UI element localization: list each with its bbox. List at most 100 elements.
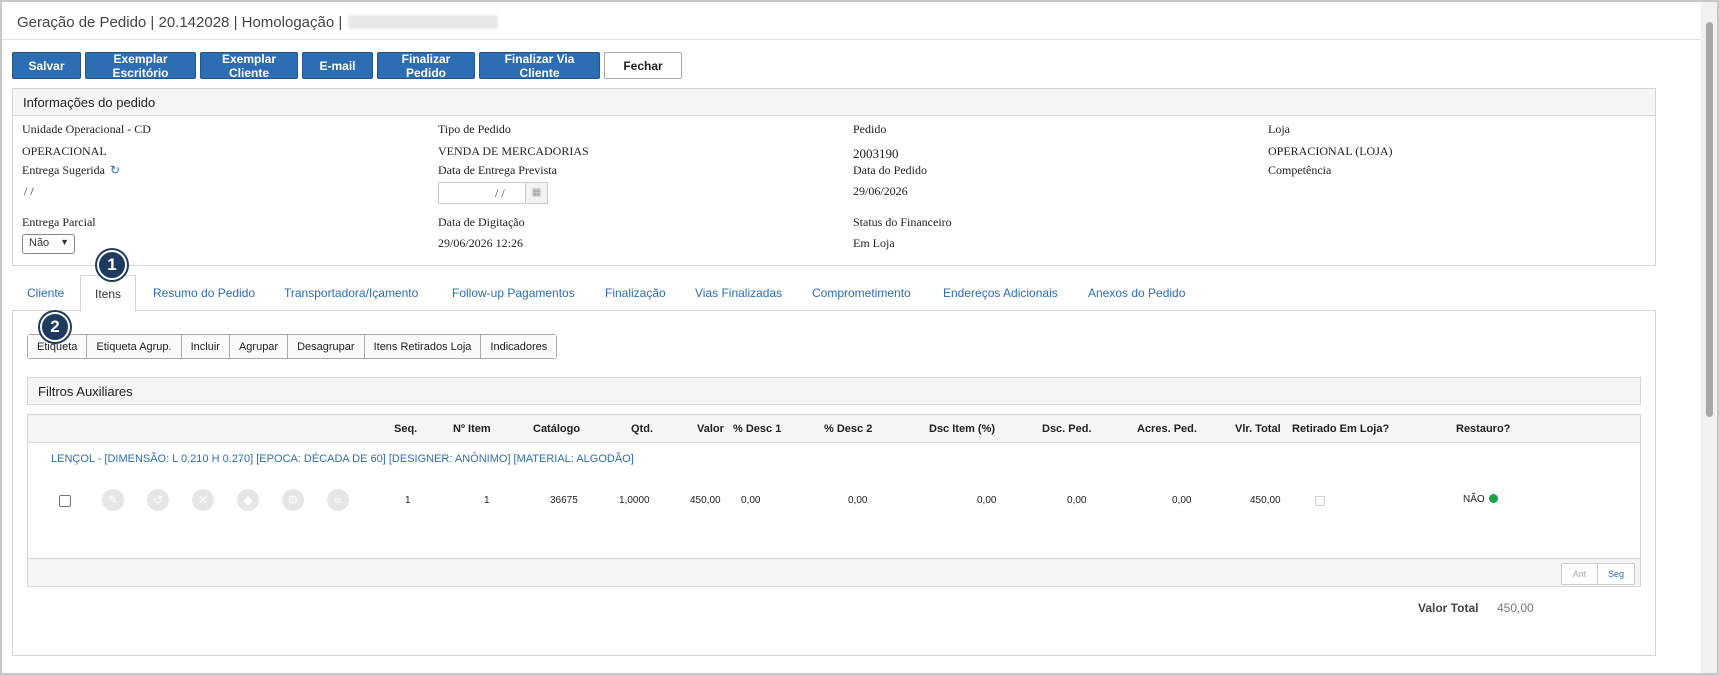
cell-desc2: 0,00 bbox=[848, 495, 868, 506]
group-button[interactable]: Agrupar bbox=[229, 335, 289, 358]
data-digitacao-label: Data de Digitação bbox=[438, 215, 525, 229]
save-button[interactable]: Salvar bbox=[12, 52, 81, 79]
cell-item: 1 bbox=[484, 495, 490, 506]
refresh-icon[interactable]: ↻ bbox=[110, 163, 120, 177]
item-group-title[interactable]: LENÇOL - [DIMENSÃO: L 0.210 H 0.270] [EP… bbox=[51, 453, 634, 465]
col-valor[interactable]: Valor bbox=[697, 423, 724, 435]
vertical-scrollbar[interactable] bbox=[1701, 2, 1717, 673]
col-restauro[interactable]: Restauro? bbox=[1456, 423, 1510, 435]
loja-value: OPERACIONAL (LOJA) bbox=[1268, 144, 1393, 158]
settings-icon[interactable]: ⚙ bbox=[282, 489, 304, 511]
order-info-header: Informações do pedido bbox=[13, 89, 1655, 116]
tab-anexos[interactable]: Anexos do Pedido bbox=[1088, 275, 1185, 311]
status-financeiro-value: Em Loja bbox=[853, 236, 895, 250]
remove-icon[interactable]: ✕ bbox=[192, 489, 214, 511]
col-qtd[interactable]: Qtd. bbox=[631, 423, 653, 435]
cell-dsc-ped: 0,00 bbox=[1067, 495, 1087, 506]
tab-itens[interactable]: Itens bbox=[80, 275, 137, 312]
entrega-sugerida: Entrega Sugerida ↻ bbox=[22, 163, 120, 178]
close-button[interactable]: Fechar bbox=[604, 52, 682, 79]
next-page-button[interactable]: Seg bbox=[1598, 564, 1634, 584]
indicators-button[interactable]: Indicadores bbox=[481, 335, 557, 358]
grid-pager-bar: Ant Seg bbox=[27, 559, 1641, 587]
chevron-down-icon: ▼ bbox=[60, 237, 69, 247]
finalize-via-client-button[interactable]: Finalizar Via Cliente bbox=[479, 52, 600, 80]
removed-items-button[interactable]: Itens Retirados Loja bbox=[364, 335, 482, 358]
col-desc1[interactable]: % Desc 1 bbox=[733, 423, 781, 435]
add-item-button[interactable]: Incluir bbox=[181, 335, 230, 358]
row-select-checkbox[interactable] bbox=[59, 495, 71, 507]
grid-header: Seq. Nº Item Catálogo Qtd. Valor % Desc … bbox=[28, 415, 1640, 443]
page-title: Geração de Pedido | 20.142028 | Homologa… bbox=[17, 14, 499, 31]
pedido-label: Pedido bbox=[853, 122, 887, 136]
entrega-parcial-label: Entrega Parcial bbox=[22, 215, 96, 229]
retirado-checkbox[interactable] bbox=[1315, 496, 1325, 506]
entrega-sugerida-label: Entrega Sugerida bbox=[22, 163, 105, 177]
prev-page-button[interactable]: Ant bbox=[1562, 564, 1598, 584]
tab-follow-up[interactable]: Follow-up Pagamentos bbox=[452, 275, 575, 311]
items-grid: Seq. Nº Item Catálogo Qtd. Valor % Desc … bbox=[27, 414, 1641, 559]
items-toolbar: Etiqueta Etiqueta Agrup. Incluir Agrupar… bbox=[27, 334, 558, 359]
tab-resumo[interactable]: Resumo do Pedido bbox=[153, 275, 255, 311]
cell-seq: 1 bbox=[405, 495, 411, 506]
order-info-panel: Informações do pedido Unidade Operaciona… bbox=[12, 88, 1656, 266]
competencia-label: Competência bbox=[1268, 163, 1332, 177]
tab-transportadora[interactable]: Transportadora/Içamento bbox=[284, 275, 418, 311]
status-financeiro-label: Status do Financeiro bbox=[853, 215, 952, 229]
tab-enderecos[interactable]: Endereços Adicionais bbox=[943, 275, 1058, 311]
email-button[interactable]: E-mail bbox=[302, 52, 373, 79]
data-pedido-label: Data do Pedido bbox=[853, 163, 927, 177]
data-entrega-input[interactable]: / / ▦ bbox=[438, 182, 548, 204]
history-icon[interactable]: ↺ bbox=[147, 489, 169, 511]
cell-acres-ped: 0,00 bbox=[1172, 495, 1192, 506]
calendar-icon[interactable]: ▦ bbox=[525, 183, 547, 203]
scrollbar-thumb[interactable] bbox=[1706, 22, 1713, 417]
unidade-label: Unidade Operacional - CD bbox=[22, 122, 151, 136]
col-dsc-ped[interactable]: Dsc. Ped. bbox=[1042, 423, 1092, 435]
cell-qtd: 1,0000 bbox=[619, 495, 650, 506]
tab-comprometimento[interactable]: Comprometimento bbox=[812, 275, 911, 311]
group-label-button[interactable]: Etiqueta Agrup. bbox=[87, 335, 182, 358]
tipo-pedido-label: Tipo de Pedido bbox=[438, 122, 511, 136]
ungroup-button[interactable]: Desagrupar bbox=[288, 335, 365, 358]
col-retirado[interactable]: Retirado Em Loja? bbox=[1292, 423, 1389, 435]
data-entrega-value: / / bbox=[495, 186, 505, 200]
cell-catalogo: 36675 bbox=[550, 495, 578, 506]
entrega-parcial-select[interactable]: Não ▼ bbox=[22, 234, 75, 254]
edit-icon[interactable]: ✎ bbox=[102, 489, 124, 511]
data-digitacao-value: 29/06/2026 12:26 bbox=[438, 236, 524, 250]
step-badge-2: 2 bbox=[40, 312, 70, 342]
client-copy-button[interactable]: Exemplar Cliente bbox=[200, 52, 298, 80]
col-catalogo[interactable]: Catálogo bbox=[533, 423, 580, 435]
loja-label: Loja bbox=[1268, 122, 1290, 136]
finalize-order-button[interactable]: Finalizar Pedido bbox=[377, 52, 475, 80]
entrega-parcial-value: Não bbox=[29, 237, 50, 249]
total-label: Valor Total bbox=[1418, 601, 1479, 615]
cell-dsc-item: 0,00 bbox=[977, 495, 997, 506]
unidade-value: OPERACIONAL bbox=[22, 144, 107, 158]
status-dot-icon bbox=[1488, 494, 1498, 503]
total-value: 450,00 bbox=[1497, 601, 1534, 615]
cell-restauro: NÃO bbox=[1463, 494, 1498, 505]
col-desc2[interactable]: % Desc 2 bbox=[824, 423, 872, 435]
tab-cliente[interactable]: Cliente bbox=[27, 275, 64, 311]
step-badge-1: 1 bbox=[97, 250, 127, 280]
link-icon[interactable]: ∞ bbox=[327, 489, 349, 511]
redacted-text bbox=[348, 15, 499, 29]
aux-filters-header[interactable]: Filtros Auxiliares bbox=[27, 377, 1641, 405]
office-copy-button[interactable]: Exemplar Escritório bbox=[85, 52, 196, 80]
tag-icon[interactable]: ◆ bbox=[237, 489, 259, 511]
col-vlr-total[interactable]: Vlr. Total bbox=[1235, 423, 1281, 435]
col-seq[interactable]: Seq. bbox=[394, 423, 417, 435]
entrega-sugerida-value: / / bbox=[24, 184, 34, 198]
data-entrega-label: Data de Entrega Prevista bbox=[438, 163, 557, 177]
pager: Ant Seg bbox=[1561, 563, 1635, 585]
cell-desc1: 0,00 bbox=[741, 495, 761, 506]
col-dsc-item[interactable]: Dsc Item (%) bbox=[929, 423, 995, 435]
data-pedido-value: 29/06/2026 bbox=[853, 184, 908, 198]
col-acres-ped[interactable]: Acres. Ped. bbox=[1137, 423, 1197, 435]
tab-finalizacao[interactable]: Finalização bbox=[605, 275, 666, 311]
tab-vias-finalizadas[interactable]: Vias Finalizadas bbox=[695, 275, 782, 311]
col-item[interactable]: Nº Item bbox=[453, 423, 491, 435]
tipo-pedido-value: VENDA DE MERCADORIAS bbox=[438, 144, 589, 158]
